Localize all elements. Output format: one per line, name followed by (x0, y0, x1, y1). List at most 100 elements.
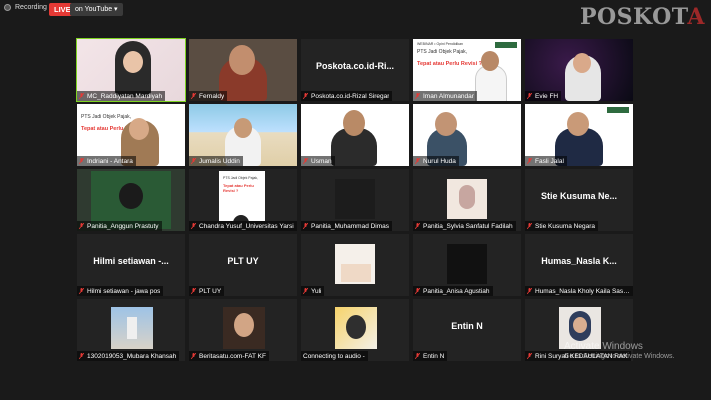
participant-tile[interactable]: Humas_Nasla K... Humas_Nasla Kholy Kaila… (525, 234, 633, 296)
participant-tile[interactable]: Beritasatu.com-FAT KF (189, 299, 297, 361)
yarsi-logo (607, 107, 629, 113)
participant-tile[interactable]: Panitia_Anggun Prastuty (77, 169, 185, 231)
mic-muted-icon (527, 223, 532, 229)
participant-display-name: PLT UY (227, 256, 259, 266)
participant-name-bar: Poskota.co.id-Rizal Siregar (301, 91, 393, 101)
participant-tile[interactable]: Panitia_Anisa Agustiah (413, 234, 521, 296)
gallery-view: MC_Raddiyatan Mardiyah Fernaldy Poskota.… (76, 38, 633, 361)
mic-muted-icon (415, 93, 420, 99)
participant-name: 1302019053_Mubara Khansah (87, 352, 177, 360)
top-bar: Recording LIVE on YouTube ▾ POSKOTA (0, 0, 711, 30)
participant-tile[interactable]: Entin N Entin N (413, 299, 521, 361)
participant-display-name: Hilmi setiawan -... (93, 256, 169, 266)
participant-name: Chandra Yusuf_Universitas Yarsi (199, 222, 294, 230)
participant-name: Iman Almunandar (423, 92, 474, 100)
participant-tile[interactable]: Fasli Jalal (525, 104, 633, 166)
participant-name: PLT UY (199, 287, 222, 295)
mic-muted-icon (191, 158, 196, 164)
participant-tile[interactable]: WEBINAR • Opini Pendidikan PTS Jadi Obje… (413, 39, 521, 101)
participant-name: MC_Raddiyatan Mardiyah (87, 92, 163, 100)
participant-name-bar: Hilmi setiawan - jawa pos (77, 286, 164, 296)
participant-tile[interactable]: Evie FH (525, 39, 633, 101)
slide-header: WEBINAR • Opini Pendidikan (417, 42, 463, 46)
record-icon (4, 4, 11, 11)
participant-name-bar: Connecting to audio - (301, 351, 368, 361)
poskota-logo: POSKOTA (579, 4, 705, 30)
slide-title: PTS Jadi Objek Pajak, (417, 49, 468, 55)
mic-muted-icon (79, 158, 84, 164)
participant-name-bar: Usman (301, 156, 335, 166)
watermark-subtitle: Go to Settings to activate Windows. (564, 353, 675, 360)
participant-tile[interactable]: Usman (301, 104, 409, 166)
mic-muted-icon (303, 158, 308, 164)
participant-name: Fasli Jalal (535, 157, 564, 165)
participant-name: Poskota.co.id-Rizal Siregar (311, 92, 390, 100)
participant-tile[interactable]: Hilmi setiawan -... Hilmi setiawan - jaw… (77, 234, 185, 296)
participant-display-name: Entin N (451, 321, 483, 331)
participant-tile[interactable]: Nurul Huda (413, 104, 521, 166)
participant-display-name: Stie Kusuma Ne... (540, 191, 618, 201)
participant-name: Nurul Huda (423, 157, 456, 165)
mic-muted-icon (415, 158, 420, 164)
participant-tile[interactable]: PLT UY PLT UY (189, 234, 297, 296)
participant-name-bar: Indriani - Antara (77, 156, 136, 166)
participant-name: Entin N (423, 352, 445, 360)
participant-name: Beritasatu.com-FAT KF (199, 352, 266, 360)
participant-tile[interactable]: PTS Jadi Objek Pajak, Tepat atau Perlu R… (77, 104, 185, 166)
participant-tile[interactable]: Poskota.co.id-Ri... Poskota.co.id-Rizal … (301, 39, 409, 101)
participant-name: Yuli (311, 287, 322, 295)
participant-name-bar: Panitia_Sylvia Sanfatul Fadilah (413, 221, 516, 231)
participant-tile[interactable]: Stie Kusuma Ne... Stie Kusuma Negara (525, 169, 633, 231)
participant-name-bar: Fasli Jalal (525, 156, 567, 166)
participant-name: Connecting to audio - (303, 352, 365, 360)
windows-activation-watermark: Activate Windows Go to Settings to activ… (564, 341, 675, 360)
mic-muted-icon (79, 353, 84, 359)
participant-name: Panitia_Anisa Agustiah (423, 287, 490, 295)
mic-muted-icon (527, 353, 532, 359)
participant-display-name: Humas_Nasla K... (541, 256, 617, 266)
participant-name: Panitia_Sylvia Sanfatul Fadilah (423, 222, 513, 230)
mic-muted-icon (303, 93, 308, 99)
participant-name-bar: Panitia_Anisa Agustiah (413, 286, 493, 296)
participant-name-bar: Entin N (413, 351, 448, 361)
participant-display-name: Poskota.co.id-Ri... (315, 61, 394, 71)
participant-name: Panitia_Anggun Prastuty (87, 222, 159, 230)
mic-muted-icon (79, 93, 84, 99)
mic-muted-icon (415, 223, 420, 229)
participant-tile[interactable]: MC_Raddiyatan Mardiyah (76, 38, 186, 102)
participant-tile[interactable]: 1302019053_Mubara Khansah (77, 299, 185, 361)
participant-tile[interactable]: Panitia_Muhammad Dimas (301, 169, 409, 231)
participant-name-bar: MC_Raddiyatan Mardiyah (77, 91, 166, 101)
participant-tile[interactable]: Fernaldy (189, 39, 297, 101)
participant-name-bar: Yuli (301, 286, 325, 296)
participant-name: Humas_Nasla Kholy Kaila Sasya (535, 287, 630, 295)
participant-name-bar: Chandra Yusuf_Universitas Yarsi (189, 221, 297, 231)
participant-name-bar: Evie FH (525, 91, 562, 101)
participant-name-bar: Panitia_Anggun Prastuty (77, 221, 162, 231)
mic-muted-icon (79, 288, 84, 294)
recording-indicator[interactable]: Recording (4, 4, 47, 11)
participant-name: Evie FH (535, 92, 559, 100)
participant-tile[interactable]: Yuli (301, 234, 409, 296)
participant-name-bar: Stie Kusuma Negara (525, 221, 598, 231)
mic-muted-icon (527, 158, 532, 164)
yarsi-logo (495, 42, 517, 48)
participant-name-bar: Panitia_Muhammad Dimas (301, 221, 393, 231)
watermark-title: Activate Windows (564, 341, 643, 352)
participant-name: Fernaldy (199, 92, 225, 100)
participant-tile[interactable]: Panitia_Sylvia Sanfatul Fadilah (413, 169, 521, 231)
participant-name-bar: Nurul Huda (413, 156, 459, 166)
participant-tile[interactable]: Jumalis Uddin (189, 104, 297, 166)
slide-question: Tepat atau Perlu Revisi ? (417, 61, 483, 67)
mic-muted-icon (415, 288, 420, 294)
mic-muted-icon (527, 93, 532, 99)
participant-tile[interactable]: PTS Jadi Objek Pajak, Tepat atau Perlu R… (189, 169, 297, 231)
mic-muted-icon (191, 93, 196, 99)
participant-tile[interactable]: Connecting to audio - (301, 299, 409, 361)
mic-muted-icon (303, 288, 308, 294)
participant-name-bar: Fernaldy (189, 91, 228, 101)
streaming-platform-button[interactable]: on YouTube ▾ (70, 3, 123, 16)
participant-name: Stie Kusuma Negara (535, 222, 595, 230)
mic-muted-icon (191, 288, 196, 294)
participant-name-bar: Iman Almunandar (413, 91, 477, 101)
